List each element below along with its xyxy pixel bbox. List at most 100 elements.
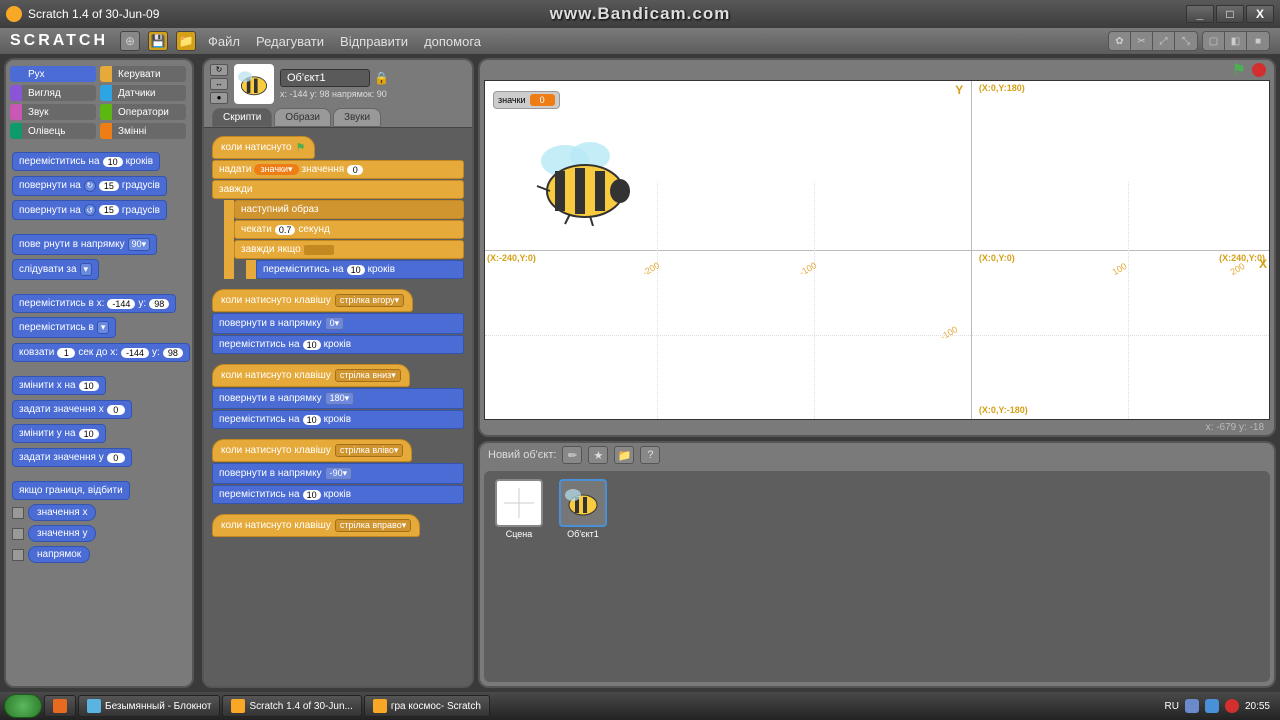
turn-right-icon: ↻	[84, 180, 96, 192]
tool-buttons: ✿ ✂ ⤢ ⤡	[1108, 31, 1198, 51]
category-Керувати[interactable]: Керувати	[100, 66, 186, 82]
sprite-header: ↻ ↔ ● 🔒 x: -144 y: 98 напрямок: 90	[204, 60, 472, 108]
sprite-thumbnail	[234, 64, 274, 104]
minimize-button[interactable]: _	[1186, 5, 1214, 23]
script-stack-3[interactable]: коли натиснуто клавішустрілка вниз▾ пове…	[212, 364, 464, 429]
block-bounce[interactable]: якщо границя, відбити	[12, 481, 130, 500]
tab-scripts[interactable]: Скрипти	[212, 108, 272, 127]
rotate-none-icon[interactable]: ●	[210, 92, 228, 104]
view-small-icon[interactable]: ▢	[1203, 32, 1225, 50]
script-stack-1[interactable]: коли натиснуто⚑ надатизначки▾значення0 з…	[212, 136, 464, 279]
tabs: Скрипти Образи Звуки	[204, 108, 472, 127]
coord-bottom: (X:0,Y:-180)	[979, 405, 1028, 415]
category-grid: РухКеруватиВиглядДатчикиЗвукОператориОлі…	[6, 60, 192, 145]
reporter-x[interactable]: значення x	[12, 504, 186, 521]
import-sprite-icon[interactable]: 📁	[614, 446, 634, 464]
taskbar-item-2[interactable]: Scratch 1.4 of 30-Jun...	[222, 695, 361, 717]
menu-help[interactable]: допомога	[420, 34, 485, 49]
mouse-coords: x: -679 y: -18	[480, 420, 1274, 435]
rotate-flip-icon[interactable]: ↔	[210, 78, 228, 90]
category-Оператори[interactable]: Оператори	[100, 104, 186, 120]
lock-icon[interactable]: 🔒	[374, 71, 389, 85]
system-tray: RU 20:55	[1165, 699, 1276, 713]
category-Олівець[interactable]: Олівець	[10, 123, 96, 139]
script-stack-4[interactable]: коли натиснуто клавішустрілка вліво▾ пов…	[212, 439, 464, 504]
view-normal-icon[interactable]: ◧	[1225, 32, 1247, 50]
stage[interactable]: Y X (X:0,Y:180) (X:-240,Y:0) (X:0,Y:0) (…	[484, 80, 1270, 420]
green-flag-icon: ⚑	[296, 141, 306, 154]
block-goto-xy[interactable]: переміститись в x:-144y:98	[12, 294, 176, 313]
clock[interactable]: 20:55	[1245, 701, 1270, 712]
open-icon[interactable]: 📁	[176, 31, 196, 51]
block-set-x[interactable]: задати значення x0	[12, 400, 132, 419]
scratch-logo: SCRATCH	[10, 32, 108, 50]
block-turn-left[interactable]: повернути на↺15градусів	[12, 200, 167, 220]
globe-icon[interactable]: ⊕	[120, 31, 140, 51]
cut-icon[interactable]: ✂	[1131, 32, 1153, 50]
y-axis-label: Y	[955, 83, 963, 97]
sprite-list: Сцена Об'єкт1	[484, 471, 1270, 682]
sprite-item-1[interactable]: Об'єкт1	[556, 479, 610, 674]
coord-left: (X:-240,Y:0)	[487, 253, 536, 263]
sprite-coords: x: -144 y: 98 напрямок: 90	[280, 89, 466, 99]
block-turn-right[interactable]: повернути на↻15градусів	[12, 176, 167, 196]
block-goto-sprite[interactable]: переміститись в▾	[12, 317, 116, 338]
stop-button[interactable]	[1252, 63, 1266, 77]
quicklaunch-firefox[interactable]	[44, 695, 76, 717]
green-flag-button[interactable]: ⚑	[1232, 60, 1246, 80]
tray-icon-2[interactable]	[1205, 699, 1219, 713]
block-change-x[interactable]: змінити x на10	[12, 376, 106, 395]
script-stack-5[interactable]: коли натиснуто клавішустрілка вправо▾	[212, 514, 464, 537]
bee-sprite[interactable]	[525, 136, 645, 231]
block-point-direction[interactable]: повернути в напрямку90▾	[12, 234, 157, 255]
language-indicator[interactable]: RU	[1165, 701, 1179, 712]
turn-left-icon: ↺	[84, 204, 96, 216]
menu-edit[interactable]: Редагувати	[252, 34, 328, 49]
watermark: www.Bandicam.com	[550, 4, 731, 24]
tray-icon-3[interactable]	[1225, 699, 1239, 713]
stage-thumbnail[interactable]: Сцена	[492, 479, 546, 674]
view-buttons: ▢ ◧ ■	[1202, 31, 1270, 51]
stage-controls: ⚑	[480, 60, 1274, 80]
taskbar-item-1[interactable]: Безымянный - Блокнот	[78, 695, 220, 717]
grow-icon[interactable]: ⤢	[1153, 32, 1175, 50]
sprite-name-input[interactable]	[280, 69, 370, 87]
tab-sounds[interactable]: Звуки	[333, 108, 381, 127]
rotate-full-icon[interactable]: ↻	[210, 64, 228, 76]
tray-icon-1[interactable]	[1185, 699, 1199, 713]
coord-top: (X:0,Y:180)	[979, 83, 1025, 93]
category-Вигляд[interactable]: Вигляд	[10, 85, 96, 101]
surprise-sprite-icon[interactable]: ?	[640, 446, 660, 464]
paint-sprite-icon[interactable]: ✏	[562, 446, 582, 464]
category-Рух[interactable]: Рух	[10, 66, 96, 82]
script-area[interactable]: коли натиснуто⚑ надатизначки▾значення0 з…	[204, 127, 472, 686]
variable-display[interactable]: значки0	[493, 91, 560, 109]
save-icon[interactable]: 💾	[148, 31, 168, 51]
block-change-y[interactable]: змінити y на10	[12, 424, 106, 443]
coord-center: (X:0,Y:0)	[979, 253, 1015, 263]
block-move[interactable]: переміститись на10кроків	[12, 152, 160, 171]
start-button[interactable]	[4, 694, 42, 718]
choose-sprite-icon[interactable]: ★	[588, 446, 608, 464]
block-set-y[interactable]: задати значення y0	[12, 448, 132, 467]
category-Змінні[interactable]: Змінні	[100, 123, 186, 139]
close-button[interactable]: X	[1246, 5, 1274, 23]
reporter-y[interactable]: значення y	[12, 525, 186, 542]
category-Датчики[interactable]: Датчики	[100, 85, 186, 101]
maximize-button[interactable]: □	[1216, 5, 1244, 23]
block-follow[interactable]: слідувати за▾	[12, 259, 99, 280]
stamp-icon[interactable]: ✿	[1109, 32, 1131, 50]
block-glide[interactable]: ковзати1сек до x:-144y:98	[12, 343, 190, 362]
tab-costumes[interactable]: Образи	[274, 108, 331, 127]
menu-share[interactable]: Відправити	[336, 34, 412, 49]
taskbar-item-3[interactable]: гра космос- Scratch	[364, 695, 490, 717]
taskbar: Безымянный - Блокнот Scratch 1.4 of 30-J…	[0, 692, 1280, 720]
script-stack-2[interactable]: коли натиснуто клавішустрілка вгору▾ пов…	[212, 289, 464, 354]
reporter-direction[interactable]: напрямок	[12, 546, 186, 563]
shrink-icon[interactable]: ⤡	[1175, 32, 1197, 50]
category-Звук[interactable]: Звук	[10, 104, 96, 120]
menu-file[interactable]: Файл	[204, 34, 244, 49]
block-palette: переміститись на10кроків повернути на↻15…	[6, 145, 192, 686]
app-toolbar: SCRATCH ⊕ 💾 📁 Файл Редагувати Відправити…	[0, 28, 1280, 54]
view-full-icon[interactable]: ■	[1247, 32, 1269, 50]
